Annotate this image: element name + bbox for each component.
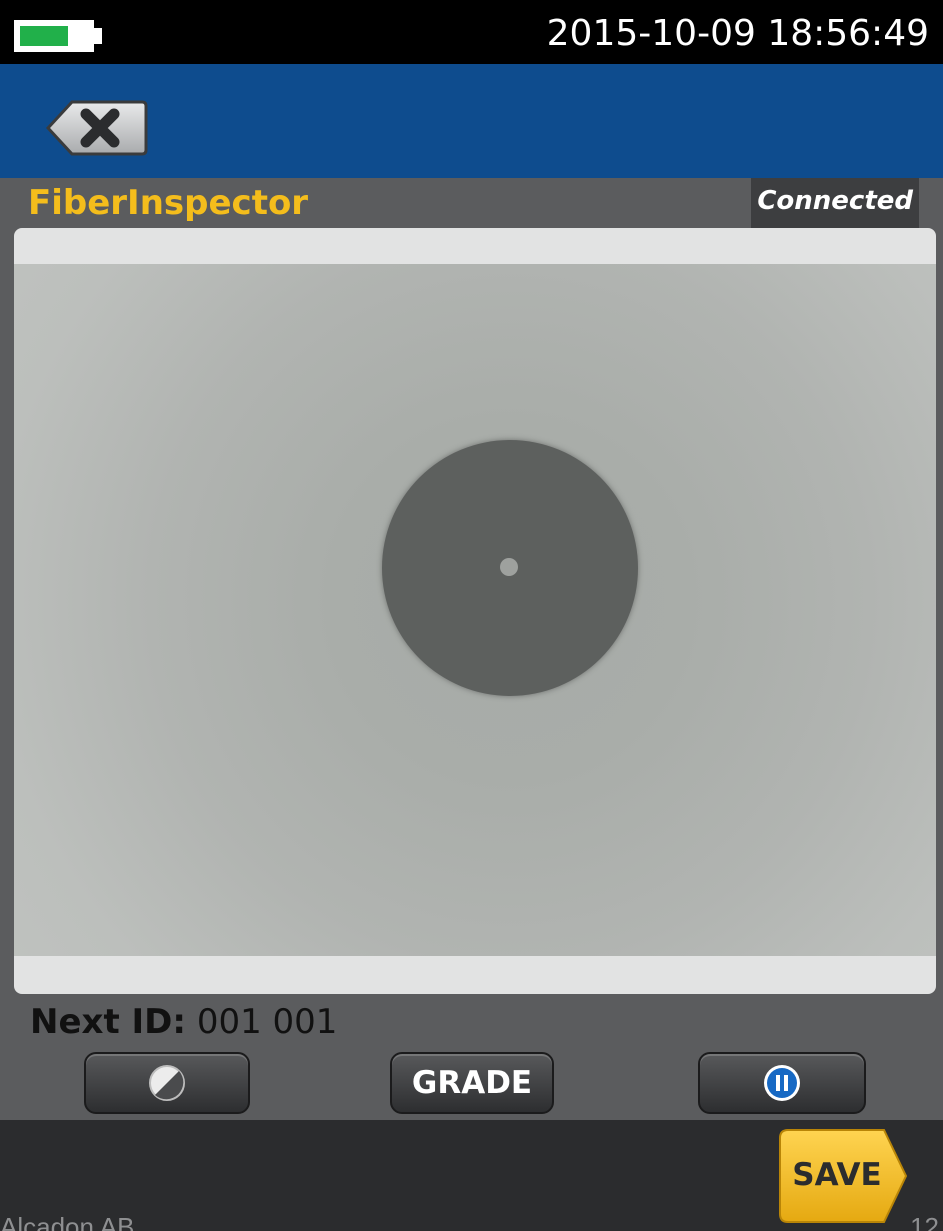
next-id: Next ID: 001 001 <box>30 1000 337 1044</box>
footer-company: Alcadon AB <box>0 1212 135 1231</box>
fiber-viewer <box>14 228 936 994</box>
status-bar: 2015-10-09 18:56:49 <box>0 0 943 64</box>
close-icon <box>45 100 148 156</box>
contrast-button[interactable] <box>84 1052 250 1114</box>
next-id-value: 001 001 <box>196 1002 338 1042</box>
header-bar <box>0 64 943 178</box>
footer-page-number: 12 <box>910 1212 939 1231</box>
contrast-icon <box>149 1065 185 1101</box>
datetime: 2015-10-09 18:56:49 <box>546 13 929 54</box>
fiber-core <box>500 558 518 576</box>
next-id-label: Next ID: <box>30 1002 187 1042</box>
back-button[interactable] <box>45 100 148 156</box>
pause-icon <box>764 1065 800 1101</box>
app-title: FiberInspector <box>28 183 309 223</box>
pause-button[interactable] <box>698 1052 866 1114</box>
battery-tip <box>94 28 102 44</box>
fiber-cladding <box>382 440 638 696</box>
battery-icon <box>14 20 94 52</box>
fiber-endface-image <box>14 264 936 956</box>
grade-button[interactable]: GRADE <box>390 1052 554 1114</box>
bottom-bar: SAVE <box>0 1120 943 1231</box>
connection-status: Connected <box>751 178 919 228</box>
save-button[interactable]: SAVE <box>778 1128 910 1224</box>
battery-level-fill <box>20 26 68 46</box>
app-bar: FiberInspector Connected <box>0 178 943 228</box>
save-label: SAVE <box>792 1157 882 1193</box>
device-screen: 2015-10-09 18:56:49 FiberInspector Conne… <box>0 0 943 1231</box>
